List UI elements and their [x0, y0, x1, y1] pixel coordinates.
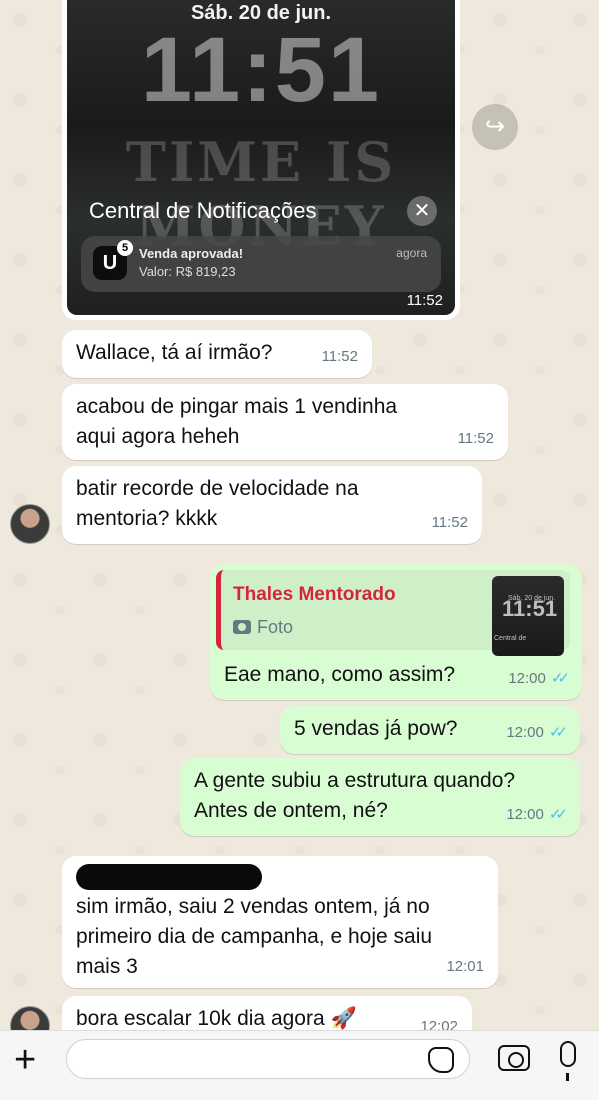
message-time: 12:01 [446, 958, 484, 975]
message-text: Wallace, tá aí irmão? [76, 341, 273, 364]
message-time: 12:00 [508, 670, 546, 687]
message-bubble-outgoing[interactable]: 5 vendas já pow? 12:00 ✓✓ [280, 706, 580, 754]
message-meta: 12:00 ✓✓ [506, 800, 568, 830]
message-bubble-incoming[interactable]: batir recorde de velocidade na mentoria?… [62, 466, 482, 544]
camera-icon[interactable] [498, 1045, 530, 1071]
thumbnail-time: 11:51 [502, 596, 558, 621]
thumbnail-caption: Central de Notificações [494, 635, 527, 642]
read-ticks-icon: ✓✓ [548, 806, 568, 823]
camera-icon [233, 620, 251, 634]
forward-icon[interactable]: ↪ [472, 104, 518, 150]
redacted-sender-name [76, 864, 262, 890]
message-text: batir recorde de velocidade na mentoria?… [76, 477, 359, 530]
message-text: Eae mano, como assim? [224, 663, 456, 686]
notification-value: Valor: R$ 819,23 [139, 264, 236, 279]
message-meta: 12:00 ✓✓ [506, 718, 568, 748]
close-icon: ✕ [407, 196, 437, 226]
quoted-type: Foto [233, 612, 293, 642]
quoted-message[interactable]: Thales Mentorado Foto Sáb. 20 de jun. 11… [216, 570, 570, 656]
screenshot-image[interactable]: Sáb. 20 de jun. 11:51 TIME IS MONEY Cent… [67, 0, 455, 315]
message-bubble-outgoing[interactable]: Thales Mentorado Foto Sáb. 20 de jun. 11… [210, 564, 582, 700]
message-text: A gente subiu a estrutura quando? Antes … [194, 769, 516, 822]
message-time: 12:00 [506, 806, 544, 823]
message-bubble-incoming[interactable]: Wallace, tá aí irmão? 11:52 [62, 330, 372, 378]
message-time: 11:52 [431, 514, 468, 531]
message-bubble-incoming[interactable]: acabou de pingar mais 1 vendinha aqui ag… [62, 384, 508, 460]
lock-time: 11:51 [140, 19, 382, 121]
read-ticks-icon: ✓✓ [550, 670, 570, 687]
sticker-icon[interactable] [428, 1047, 454, 1073]
message-bubble-outgoing[interactable]: A gente subiu a estrutura quando? Antes … [180, 758, 580, 836]
notification-title: Venda aprovada! [139, 246, 244, 261]
message-text: bora escalar 10k dia agora 🚀 [76, 1007, 357, 1030]
message-text: acabou de pingar mais 1 vendinha aqui ag… [76, 395, 398, 448]
notification-center-title: Central de Notificações [89, 198, 317, 223]
message-text: 5 vendas já pow? [294, 717, 458, 740]
microphone-icon[interactable] [560, 1041, 576, 1081]
message-time: 11:52 [406, 292, 443, 309]
sale-notification: U 5 Venda aprovada! Valor: R$ 819,23 ago… [81, 236, 441, 292]
message-meta: 12:00 ✓✓ [508, 664, 570, 694]
quoted-author: Thales Mentorado [233, 584, 396, 605]
message-text: sim irmão, saiu 2 vendas ontem, já no pr… [76, 895, 433, 978]
message-time: 12:00 [506, 724, 544, 741]
composer-bar: + [0, 1030, 599, 1100]
read-ticks-icon: ✓✓ [548, 724, 568, 741]
image-message[interactable]: Sáb. 20 de jun. 11:51 TIME IS MONEY Cent… [62, 0, 460, 320]
notification-badge: 5 [117, 240, 133, 256]
message-input[interactable] [66, 1039, 470, 1079]
message-time: 11:52 [321, 348, 358, 365]
plus-icon[interactable]: + [14, 1041, 36, 1079]
avatar[interactable] [10, 504, 50, 544]
quoted-type-label: Foto [257, 617, 294, 637]
notification-time: agora [396, 246, 427, 260]
message-time: 11:52 [457, 430, 494, 447]
quoted-thumbnail: Sáb. 20 de jun. 11:51 Central de Notific… [492, 576, 564, 656]
